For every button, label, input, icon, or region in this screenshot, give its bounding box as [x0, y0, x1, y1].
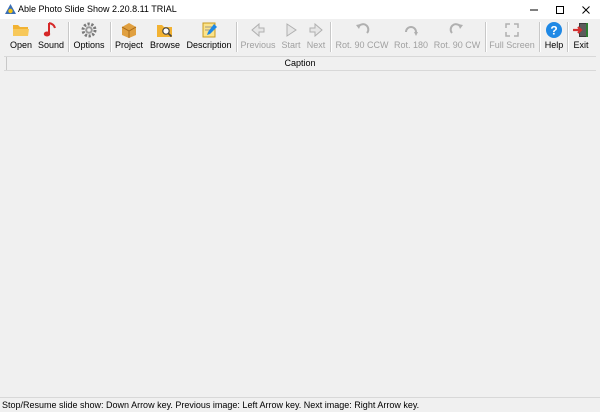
full-screen-button[interactable]: Full Screen — [488, 21, 536, 54]
open-label: Open — [9, 40, 33, 50]
project-button[interactable]: Project — [113, 21, 145, 54]
exit-label: Exit — [573, 40, 589, 50]
minimize-icon — [530, 9, 538, 10]
toolbar-separator — [330, 22, 332, 52]
browse-folder-icon — [157, 25, 173, 38]
notepad-pencil-icon — [202, 22, 217, 38]
options-label: Options — [73, 40, 105, 50]
window-title: Able Photo Slide Show 2.20.8.11 TRIAL — [18, 4, 177, 14]
full-screen-label: Full Screen — [489, 40, 535, 50]
description-button[interactable]: Description — [185, 21, 233, 54]
browse-label: Browse — [149, 40, 180, 50]
caption-label: Caption — [284, 58, 316, 68]
close-button[interactable] — [573, 0, 599, 19]
browse-button[interactable]: Browse — [148, 21, 182, 54]
svg-text:?: ? — [550, 24, 557, 38]
start-label: Start — [281, 40, 301, 50]
status-text: Stop/Resume slide show: Down Arrow key. … — [2, 400, 420, 410]
toolbar-separator — [485, 22, 487, 52]
close-icon — [582, 5, 590, 14]
caption-bar: Caption — [4, 56, 596, 71]
rotate-ccw-button[interactable]: Rot. 90 CCW — [334, 21, 390, 54]
maximize-icon — [556, 5, 564, 14]
rotate-ccw-label: Rot. 90 CCW — [335, 40, 389, 50]
fullscreen-icon — [505, 23, 519, 37]
toolbar: Open Sound Options Project Browse Descri… — [0, 19, 600, 55]
title-bar: Able Photo Slide Show 2.20.8.11 TRIAL — [0, 0, 600, 19]
music-note-icon — [43, 22, 56, 37]
exit-door-icon — [573, 23, 588, 37]
help-icon: ? — [546, 22, 562, 38]
previous-label: Previous — [240, 40, 276, 50]
options-button[interactable]: Options — [72, 21, 106, 54]
folder-open-icon — [13, 25, 29, 36]
start-button[interactable]: Start — [279, 21, 303, 54]
rotate-180-label: Rot. 180 — [393, 40, 429, 50]
rotate-cw-icon — [449, 23, 463, 34]
previous-button[interactable]: Previous — [240, 21, 276, 54]
open-button[interactable]: Open — [8, 21, 34, 54]
play-icon — [286, 23, 297, 37]
rotate-cw-button[interactable]: Rot. 90 CW — [432, 21, 482, 54]
help-label: Help — [544, 40, 564, 50]
rotate-180-button[interactable]: Rot. 180 — [393, 21, 429, 54]
rotate-ccw-icon — [356, 23, 370, 34]
project-label: Project — [114, 40, 143, 50]
next-label: Next — [306, 40, 326, 50]
exit-button[interactable]: Exit — [570, 21, 592, 54]
toolbar-separator — [236, 22, 238, 52]
sound-button[interactable]: Sound — [37, 21, 65, 54]
toolbar-separator — [110, 22, 112, 52]
arrow-left-icon — [251, 22, 265, 38]
next-button[interactable]: Next — [305, 21, 327, 54]
package-icon — [121, 23, 137, 38]
slide-canvas[interactable] — [0, 71, 600, 397]
rotate-180-icon — [405, 26, 418, 36]
status-bar: Stop/Resume slide show: Down Arrow key. … — [0, 397, 600, 412]
toolbar-separator — [68, 22, 70, 52]
toolbar-separator — [567, 22, 569, 52]
gear-icon — [81, 22, 97, 38]
minimize-button[interactable] — [521, 0, 547, 19]
maximize-button[interactable] — [547, 0, 573, 19]
toolbar-separator — [539, 22, 541, 52]
app-logo-icon — [5, 4, 16, 14]
help-button[interactable]: ? Help — [542, 21, 566, 54]
sound-label: Sound — [37, 40, 65, 50]
arrow-right-icon — [309, 22, 323, 38]
rotate-cw-label: Rot. 90 CW — [433, 40, 481, 50]
description-label: Description — [186, 40, 232, 50]
